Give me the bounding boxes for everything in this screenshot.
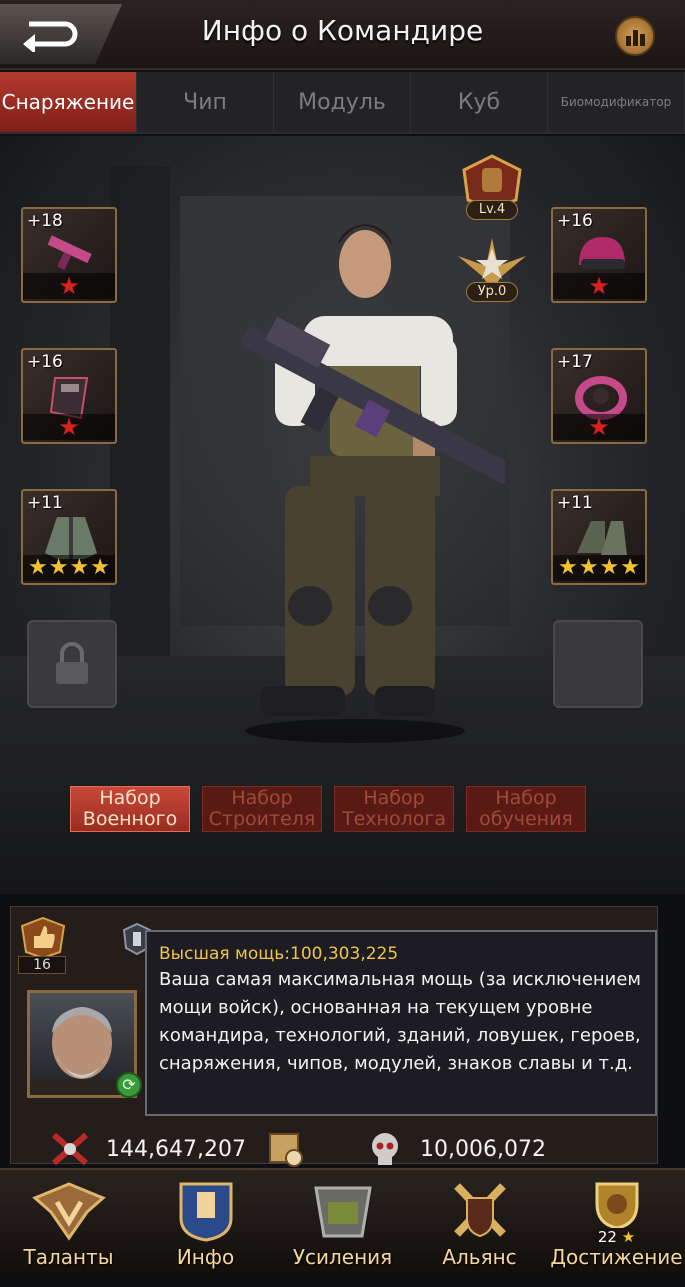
set-training-button[interactable]: Набор обучения [466,786,586,832]
star-icon: ★ [588,272,610,300]
tab-bar: Снаряжение Чип Модуль Куб Биомодификатор [0,72,685,134]
commander-rank: 16 [18,956,66,974]
max-power-tooltip: Высшая мощь:100,303,225 Ваша самая макси… [145,930,657,1116]
achievement-count: 22 ★ [591,1228,642,1246]
star-rating: ★ [553,414,645,440]
star-rating: ★ ★ ★ ★ [553,555,645,581]
star-rating: ★ [23,273,115,299]
nav-label: Достижение [550,1245,683,1269]
set-selector: Набор Военного Набор Строителя Набор Тех… [70,786,590,832]
star-icon: ★ [558,555,578,580]
armor-level-badge[interactable]: Lv.4 [456,154,528,220]
gear-level: +16 [557,211,593,231]
achievement-count-value: 22 [597,1228,617,1246]
nav-talents[interactable]: Таланты [0,1170,137,1275]
alliance-swords-icon [453,1183,506,1238]
skull-icon [372,1133,398,1165]
empty-slot[interactable] [553,620,643,708]
nav-achievements[interactable]: 22 ★ Достижение [548,1170,685,1275]
star-rating: ★ ★ ★ ★ [23,555,115,581]
star-icon: ★ [28,555,48,580]
commander-scene: +18 ★ +16 ★ +11 ★ ★ ★ ★ +16 ★ +17 ★ +11 … [0,136,685,894]
rank-level-label: Ур.0 [466,282,518,302]
gear-level: +17 [557,352,593,372]
star-icon: ★ [621,1228,636,1246]
gear-level: +16 [27,352,63,372]
gear-level: +11 [27,493,63,513]
crossed-swords-icon [52,1132,88,1166]
power-detail-icon[interactable] [266,1130,306,1168]
nav-boosts[interactable]: Усиления [274,1170,411,1275]
star-icon: ★ [588,413,610,441]
tab-chip[interactable]: Чип [137,72,274,132]
background-pillar [110,166,170,726]
rank-level-badge[interactable]: Ур.0 [456,236,528,302]
kills-value: 10,006,072 [420,1136,546,1162]
thumbs-up-medal-icon [20,916,66,958]
locked-slot[interactable] [27,620,117,708]
armor-level-label: Lv.4 [466,200,518,220]
star-icon: ★ [58,272,80,300]
set-military-button[interactable]: Набор Военного [70,786,190,832]
star-icon: ★ [578,555,599,580]
nav-label: Инфо [176,1245,235,1269]
boosts-hammer-icon [313,1186,372,1238]
nav-info[interactable]: Инфо [137,1170,274,1275]
tooltip-title: Высшая мощь:100,303,225 [159,944,399,964]
talents-wings-icon [31,1182,106,1241]
gear-level: +18 [27,211,63,231]
star-icon: ★ [69,555,90,580]
nav-label: Усиления [292,1245,393,1269]
nav-label: Таланты [23,1245,114,1269]
refresh-avatar-icon[interactable]: ⟳ [116,1072,142,1098]
nav-alliance[interactable]: Альянс [411,1170,548,1275]
tooltip-body: Ваша самая максимальная мощь (за исключе… [159,969,642,1074]
gear-slot-jacket[interactable]: +11 ★ ★ ★ ★ [21,489,117,585]
tab-biomodifier[interactable]: Биомодификатор [548,72,685,132]
star-icon: ★ [599,555,620,580]
star-icon: ★ [620,555,640,580]
info-shield-icon [179,1182,232,1242]
star-rating: ★ [23,414,115,440]
gear-slot-badge[interactable]: +16 ★ [21,348,117,444]
stats-icon[interactable] [615,16,655,56]
star-rating: ★ [553,273,645,299]
bottom-nav: Таланты Инфо Усиления Альянс 22 ★ Достиж… [0,1168,685,1275]
tab-module[interactable]: Модуль [274,72,411,132]
tab-equipment[interactable]: Снаряжение [0,72,137,132]
kills-stat: 10,006,072 [368,1128,546,1170]
header: Инфо о Командире [0,0,685,70]
set-technologist-button[interactable]: Набор Технолога [334,786,454,832]
page-title: Инфо о Командире [201,14,484,47]
star-icon: ★ [48,555,69,580]
set-builder-button[interactable]: Набор Строителя [202,786,322,832]
gear-slot-boots[interactable]: +11 ★ ★ ★ ★ [551,489,647,585]
nav-label: Альянс [442,1245,517,1269]
power-value: 144,647,207 [106,1136,246,1162]
lock-icon [56,642,88,684]
tab-cube[interactable]: Куб [411,72,548,132]
star-icon: ★ [90,555,110,580]
gear-slot-helmet[interactable]: +16 ★ [551,207,647,303]
gear-slot-weapon[interactable]: +18 ★ [21,207,117,303]
gear-level: +11 [557,493,593,513]
power-stat: 144,647,207 [50,1128,246,1170]
star-icon: ★ [58,413,80,441]
gear-slot-ring[interactable]: +17 ★ [551,348,647,444]
